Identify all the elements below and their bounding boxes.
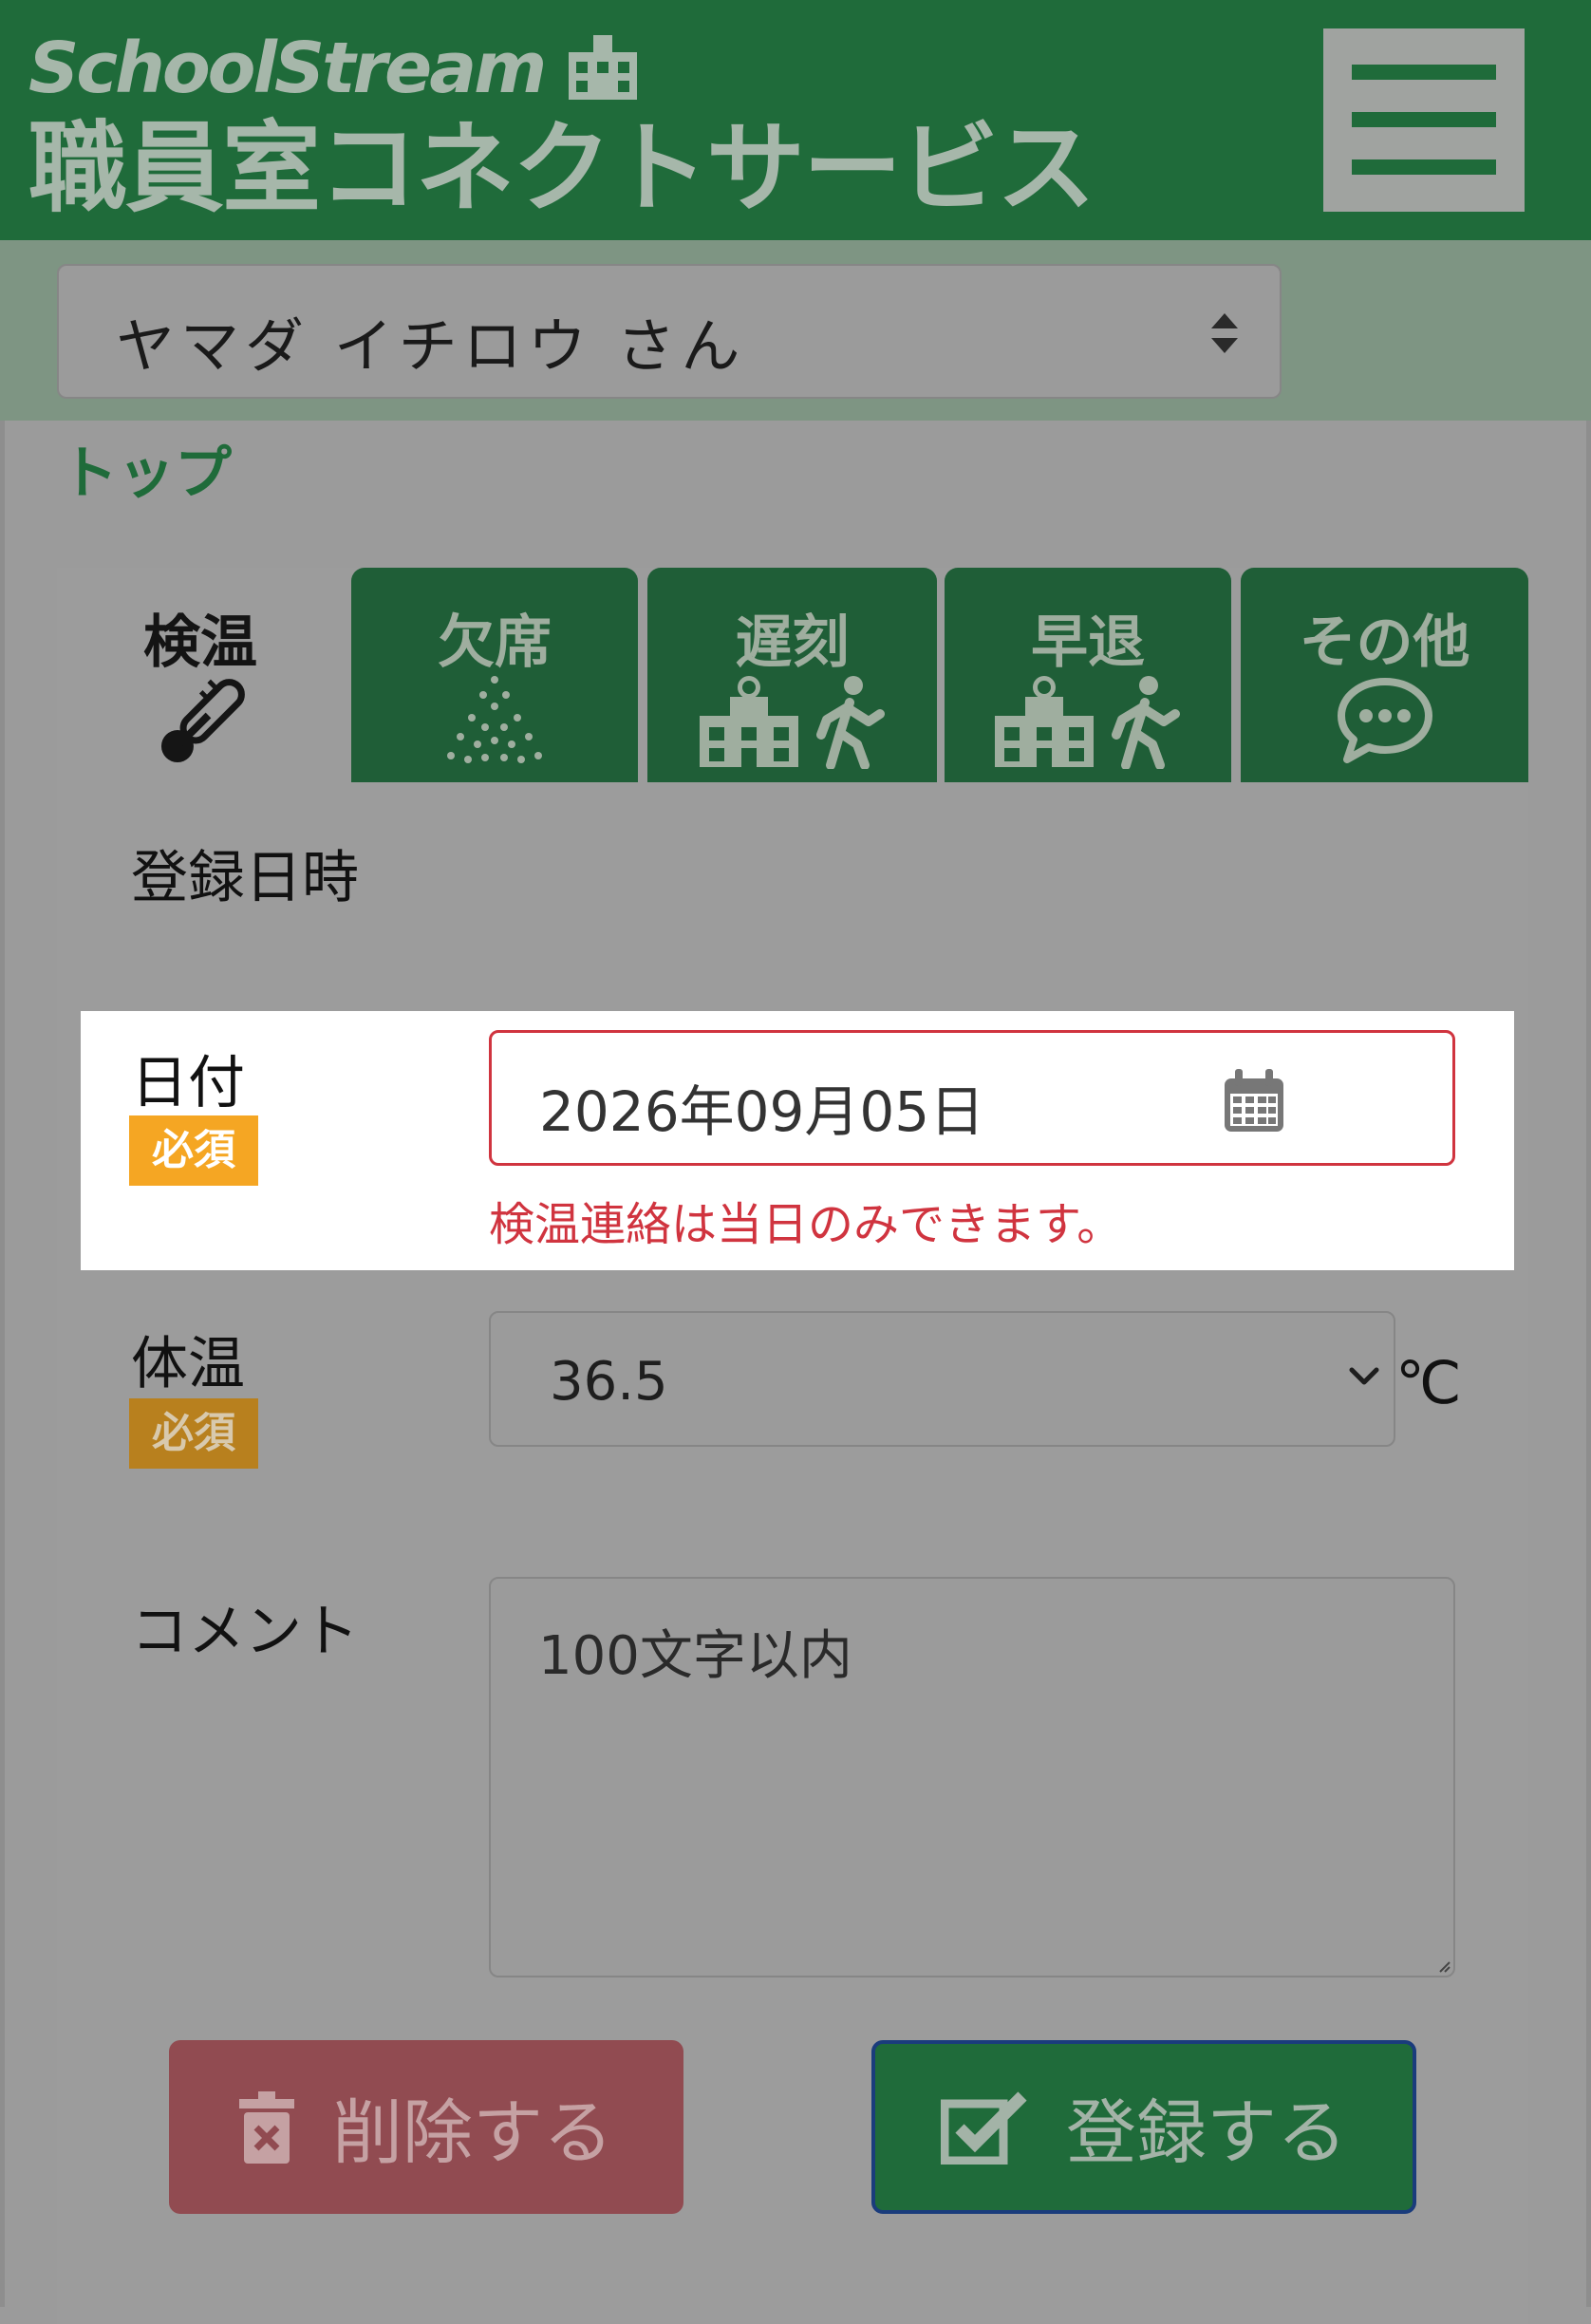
temperature-select[interactable]: 36.5: [489, 1311, 1395, 1447]
date-label: 日付: [131, 1050, 245, 1116]
tab-label: 早退: [1031, 609, 1145, 676]
select-updown-icon: [1211, 313, 1238, 353]
comment-textarea[interactable]: 100文字以内: [489, 1577, 1455, 1977]
submit-button[interactable]: 登録する: [871, 2040, 1416, 2214]
hamburger-menu-button[interactable]: [1323, 28, 1525, 212]
tab-label: 検温: [143, 609, 257, 676]
resize-handle-icon[interactable]: [1438, 1960, 1451, 1974]
tab-temperature[interactable]: 検温: [57, 568, 344, 782]
date-error-message: 検温連絡は当日のみできます。: [489, 1198, 1123, 1251]
user-select-value: ヤマダ イチロウ さん: [116, 311, 746, 381]
date-input[interactable]: 2026年09月05日: [489, 1030, 1455, 1166]
tab-late[interactable]: 遅刻: [647, 568, 937, 782]
date-input-value: 2026年09月05日: [539, 1079, 985, 1144]
temperature-unit: ℃: [1395, 1348, 1462, 1417]
required-badge: 必須: [129, 1115, 258, 1186]
comment-label: コメント: [131, 1599, 359, 1665]
app-logo[interactable]: SchoolStream 職員室コネクトサービス: [28, 27, 1095, 226]
user-select[interactable]: ヤマダ イチロウ さん: [57, 264, 1282, 399]
calendar-icon[interactable]: [1221, 1067, 1287, 1135]
section-title: 登録日時: [131, 845, 359, 911]
app-header: SchoolStream 職員室コネクトサービス: [0, 0, 1591, 240]
breadcrumb-top-link[interactable]: トップ: [61, 427, 232, 510]
temperature-select-value: 36.5: [550, 1351, 668, 1413]
tab-early-leave[interactable]: 早退: [945, 568, 1231, 782]
delete-button-label: 削除する: [332, 2092, 613, 2174]
school-walker-icon: [995, 676, 1180, 769]
trash-icon: [239, 2090, 294, 2164]
comment-placeholder: 100文字以内: [538, 1625, 852, 1687]
tab-absence[interactable]: 欠席: [351, 568, 638, 782]
tab-other[interactable]: その他: [1241, 568, 1528, 782]
tab-label: 欠席: [438, 609, 552, 676]
hamburger-bar: [1352, 65, 1496, 80]
checkbox-checked-icon: [941, 2090, 1027, 2165]
school-building-icon: [569, 35, 638, 100]
required-badge: 必須: [129, 1398, 258, 1469]
submit-button-label: 登録する: [1066, 2092, 1347, 2174]
sparkle-icon: [447, 676, 542, 763]
temperature-label: 体温: [131, 1331, 245, 1397]
school-walker-icon: [699, 676, 885, 769]
delete-button[interactable]: 削除する: [169, 2040, 683, 2214]
hamburger-bar: [1352, 112, 1496, 127]
chevron-down-icon: [1349, 1367, 1379, 1385]
hamburger-bar: [1352, 159, 1496, 175]
tab-label: 遅刻: [735, 609, 850, 676]
logo-text-en: SchoolStream: [28, 28, 547, 109]
logo-text-ja: 職員室コネクトサービス: [28, 110, 1095, 226]
chat-bubble-icon: [1337, 678, 1432, 763]
thermometer-icon: [160, 679, 245, 763]
tab-label: その他: [1299, 609, 1470, 676]
